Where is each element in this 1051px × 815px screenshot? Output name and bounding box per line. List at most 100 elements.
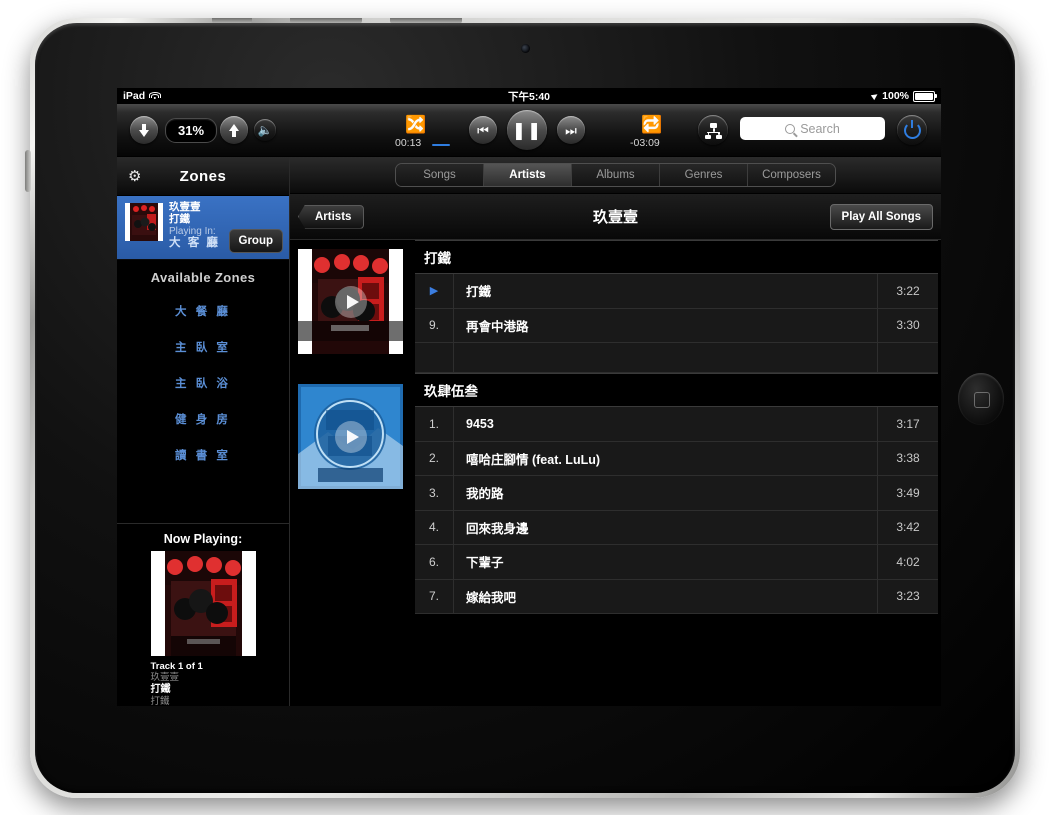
table-row[interactable]: ▶ 打鐵 3:22	[415, 274, 938, 309]
library-segmented-control: Songs Artists Albums Genres Composers	[290, 157, 941, 194]
volume-up-button[interactable]	[220, 116, 248, 144]
speaker-icon: 🔈	[257, 123, 273, 137]
volume-percent-display[interactable]: 31%	[165, 118, 217, 143]
home-button[interactable]	[958, 373, 1004, 425]
volume-down-button[interactable]	[130, 116, 158, 144]
next-track-button[interactable]: ⏭	[557, 116, 585, 144]
battery-full-icon	[913, 90, 937, 102]
volume-percent-label: 31%	[177, 123, 205, 138]
previous-track-button[interactable]: ⏮	[469, 116, 497, 144]
row-title-1-4: 下輩子	[466, 556, 504, 571]
tab-composers[interactable]: Composers	[748, 164, 835, 186]
shuffle-icon: 🔀	[405, 115, 427, 134]
network-nodes-icon	[705, 123, 722, 139]
row-number-1-5: 7.	[415, 579, 454, 613]
repeat-button[interactable]: 🔁	[641, 116, 662, 135]
status-right: 100%	[870, 90, 937, 102]
zones-header: ⚙ Zones	[117, 157, 289, 196]
segmented-tabs: Songs Artists Albums Genres Composers	[395, 163, 836, 187]
table-row[interactable]: 6. 下輩子 4:02	[415, 545, 938, 580]
volume-down-arrow-icon	[139, 123, 149, 137]
next-track-icon: ⏭	[565, 122, 577, 138]
row-title-0-0: 打鐵	[466, 285, 492, 300]
content-navbar: Artists 玖壹壹 Play All Songs	[290, 194, 941, 240]
table-row[interactable]: 7. 嫁給我吧 3:23	[415, 579, 938, 614]
tab-artists[interactable]: Artists	[484, 164, 572, 186]
row-duration-0-2	[877, 343, 938, 372]
row-number-0-0: ▶	[415, 274, 454, 308]
row-duration-1-1: 3:38	[877, 441, 938, 475]
progress-bar[interactable]	[432, 144, 450, 146]
tab-genres[interactable]: Genres	[660, 164, 748, 186]
row-duration-0-1: 3:30	[877, 308, 938, 342]
now-playing-panel: Now Playing: Track 1 of 1 玖壹壹 打鐵 打鐵	[117, 524, 289, 706]
previous-track-icon: ⏮	[477, 122, 489, 138]
current-zone-card[interactable]: 玖壹壹 打鐵 Playing In: 大 客 廳 Group	[117, 196, 289, 260]
tab-songs[interactable]: Songs	[396, 164, 484, 186]
row-title-1-5: 嫁給我吧	[466, 590, 517, 605]
album-listing: 打鐵 ▶ 打鐵 3:22 9. 再會中港路 3:30 玖肆伍叁 1. 9453 …	[290, 240, 941, 706]
album-art-0[interactable]	[298, 249, 403, 354]
group-button[interactable]: Group	[228, 229, 283, 253]
album-art-column	[290, 240, 415, 706]
row-title-1-1: 嘻哈庄腳情 (feat. LuLu)	[466, 452, 601, 467]
transport-toolbar: 31% 🔈 🔀 00:13 ⏮ ❚❚ ⏭ 🔁 -03:09 Search	[117, 104, 941, 157]
now-playing-meta: Track 1 of 1 玖壹壹 打鐵 打鐵	[151, 661, 256, 706]
available-zones-label: Available Zones	[150, 270, 256, 285]
sidebar-zone-3[interactable]: 健 身 房	[117, 401, 289, 437]
table-row[interactable]: 9. 再會中港路 3:30	[415, 308, 938, 343]
table-row[interactable]: 2. 嘻哈庄腳情 (feat. LuLu) 3:38	[415, 441, 938, 476]
table-row[interactable]: 3. 我的路 3:49	[415, 476, 938, 511]
play-all-songs-button[interactable]: Play All Songs	[829, 203, 933, 230]
remaining-time-label: -03:09	[630, 137, 660, 149]
row-title-1-0: 9453	[466, 416, 494, 431]
network-button[interactable]	[698, 115, 728, 145]
sidebar-zone-2[interactable]: 主 臥 浴	[117, 365, 289, 401]
ios-status-bar: iPad 下午5:40 100%	[117, 88, 941, 104]
back-button[interactable]: Artists	[298, 204, 365, 229]
zones-sidebar: ⚙ Zones 玖壹壹 打鐵 Playing In: 大 客 廳 Group A…	[117, 157, 290, 706]
mute-button[interactable]: 🔈	[254, 119, 276, 141]
row-number-0-2	[415, 343, 454, 372]
row-duration-1-4: 4:02	[877, 545, 938, 579]
table-row[interactable]: 1. 9453 3:17	[415, 407, 938, 442]
row-duration-1-2: 3:49	[877, 476, 938, 510]
zones-header-title: Zones	[179, 167, 227, 185]
play-pause-button[interactable]: ❚❚	[507, 110, 547, 150]
album-art-1-play-overlay-icon[interactable]	[334, 420, 367, 453]
now-playing-art-image	[150, 550, 256, 656]
gear-icon[interactable]: ⚙	[128, 167, 141, 185]
row-duration-1-0: 3:17	[877, 407, 938, 441]
battery-percent-label: 100%	[882, 90, 909, 102]
search-field[interactable]: Search	[740, 117, 885, 140]
sidebar-zone-1[interactable]: 主 臥 室	[117, 329, 289, 365]
elapsed-time-label: 00:13	[395, 137, 422, 149]
album-art-dating-image	[125, 203, 163, 241]
shuffle-button[interactable]: 🔀	[405, 116, 426, 135]
search-placeholder: Search	[800, 121, 840, 136]
now-playing-track: 打鐵	[150, 683, 171, 695]
home-button-square-icon	[974, 392, 990, 408]
row-number-0-1: 9.	[415, 308, 454, 342]
now-playing-track-position: Track 1 of 1	[150, 660, 203, 672]
power-icon	[903, 119, 921, 139]
pause-icon: ❚❚	[511, 120, 543, 140]
row-number-1-3: 4.	[415, 510, 454, 544]
table-row[interactable]: 4. 回來我身邊 3:42	[415, 510, 938, 545]
album-art-1[interactable]	[298, 384, 403, 489]
table-row-empty	[415, 343, 938, 373]
tab-albums[interactable]: Albums	[572, 164, 660, 186]
current-zone-album-art	[125, 203, 163, 241]
device-side-button[interactable]	[25, 150, 31, 192]
repeat-icon: 🔁	[641, 115, 663, 134]
search-icon	[785, 123, 796, 134]
row-duration-0-0: 3:22	[877, 274, 938, 308]
sidebar-zone-4[interactable]: 讀 書 室	[117, 437, 289, 473]
row-title-1-3: 回來我身邊	[466, 521, 529, 536]
main-content: Songs Artists Albums Genres Composers Ar…	[290, 157, 941, 706]
now-playing-album: 打鐵	[150, 695, 170, 706]
sidebar-zone-0[interactable]: 大 餐 廳	[117, 293, 289, 329]
album-art-0-play-overlay-icon[interactable]	[334, 285, 367, 318]
power-button[interactable]	[897, 115, 927, 145]
now-playing-album-art[interactable]	[150, 550, 256, 656]
